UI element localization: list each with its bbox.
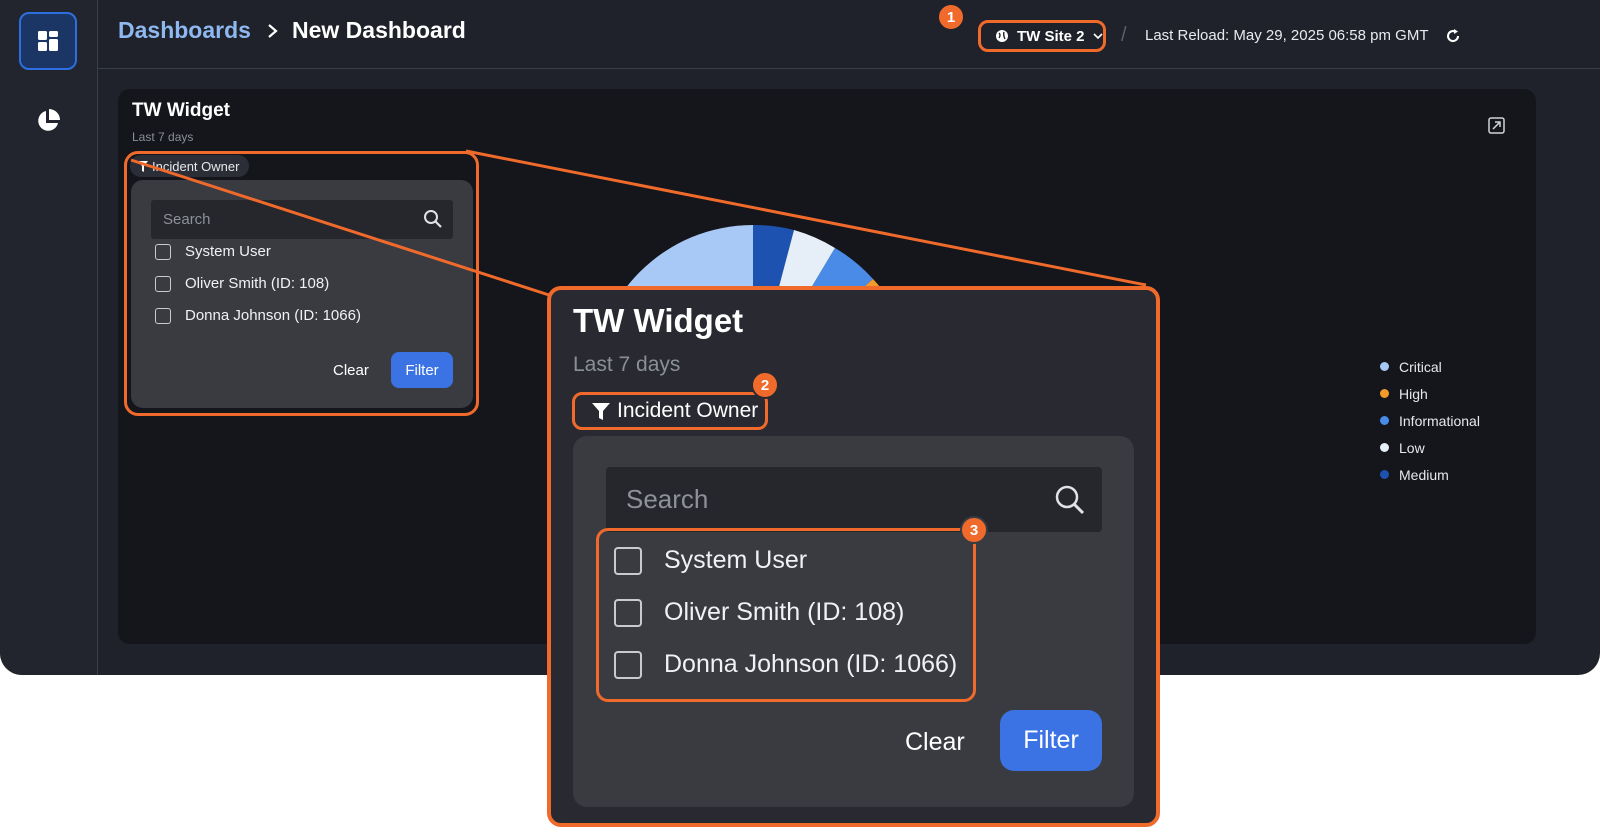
highlight-frame-options: [596, 528, 976, 702]
filter-icon: [592, 403, 610, 420]
zoom-filter-dropdown: Search System User Oliver Smith (ID: 108…: [573, 436, 1134, 807]
zoom-search-input[interactable]: Search: [606, 467, 1102, 532]
search-icon: [1055, 485, 1085, 515]
callout-badge-3: 3: [960, 516, 988, 544]
callout-badge-2: 2: [751, 371, 779, 399]
zoom-incident-owner-chip[interactable]: Incident Owner: [572, 392, 768, 430]
zoom-filter-button[interactable]: Filter: [1000, 710, 1102, 771]
zoom-clear-button[interactable]: Clear: [905, 728, 965, 757]
filter-chip-label: Incident Owner: [617, 399, 759, 422]
zoom-panel: TW Widget Last 7 days Incident Owner 2 S…: [547, 286, 1160, 827]
zoom-widget-title: TW Widget: [573, 302, 744, 339]
zoom-widget-subtitle: Last 7 days: [573, 353, 681, 376]
stage: Dashboards New Dashboard TW Site 2 1 / L…: [0, 0, 1600, 829]
